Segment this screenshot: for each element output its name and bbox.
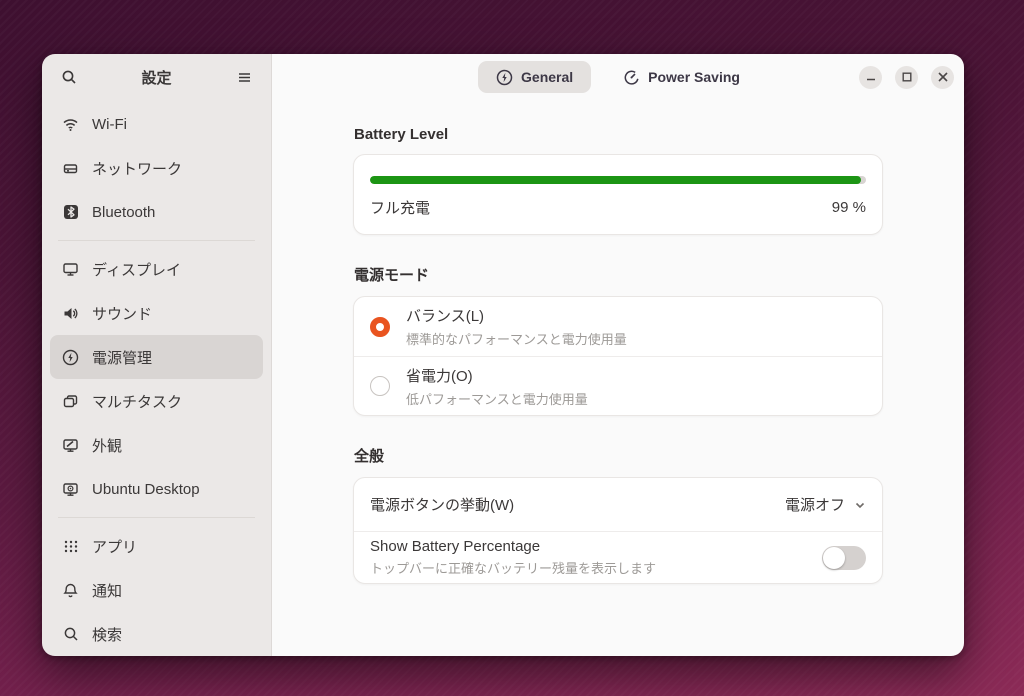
sidebar-header: 設定 — [42, 54, 271, 100]
sidebar-item-appearance[interactable]: 外観 — [50, 423, 263, 467]
view-switcher: General Power Saving — [478, 61, 758, 93]
power-mode-card: バランス(L) 標準的なパフォーマンスと電力使用量 省電力(O) 低パフォーマン… — [353, 296, 883, 416]
general-section: 全般 電源ボタンの挙動(W) 電源オフ Show Battery Percent… — [353, 445, 883, 584]
sidebar-item-network[interactable]: ネットワーク — [50, 146, 263, 190]
section-title: 全般 — [354, 448, 385, 465]
search-button[interactable] — [56, 64, 82, 90]
sidebar-list: Wi-Fi ネットワーク Bluetooth ディスプレイ サウンド 電源管理 … — [42, 100, 271, 656]
sidebar-item-wifi[interactable]: Wi-Fi — [50, 102, 263, 146]
search-icon — [61, 69, 77, 85]
power-button-behavior-dropdown[interactable]: 電源オフ — [785, 494, 866, 515]
headerbar: General Power Saving — [272, 54, 964, 100]
sidebar-item-label: Ubuntu Desktop — [92, 480, 200, 498]
power-button-behavior-row[interactable]: 電源ボタンの挙動(W) 電源オフ — [354, 478, 882, 531]
tab-general[interactable]: General — [478, 61, 592, 93]
power-mode-section: 電源モード バランス(L) 標準的なパフォーマンスと電力使用量 省電力(O) 低… — [353, 264, 883, 416]
chevron-down-icon — [854, 499, 866, 511]
toggle-knob — [823, 546, 845, 569]
main-panel: General Power Saving Battery Level フル充電 … — [272, 54, 964, 656]
battery-percent-value: 99 % — [831, 199, 866, 216]
minimize-icon — [866, 72, 876, 82]
hamburger-menu-icon — [237, 70, 252, 85]
settings-window: 設定 Wi-Fi ネットワーク Bluetooth ディスプレイ サウンド 電源… — [42, 54, 964, 656]
ubuntu-desktop-icon — [62, 481, 79, 498]
maximize-icon — [902, 72, 912, 82]
sidebar-item-label: 通知 — [92, 582, 123, 600]
speaker-icon — [62, 305, 79, 322]
battery-status-row: フル充電 99 % — [370, 197, 866, 218]
sidebar-item-bluetooth[interactable]: Bluetooth — [50, 190, 263, 234]
row-label: Show Battery Percentage — [370, 538, 541, 555]
search-icon — [62, 626, 79, 643]
sidebar-item-power[interactable]: 電源管理 — [50, 335, 263, 379]
appearance-icon — [62, 437, 79, 454]
bluetooth-icon — [62, 204, 79, 221]
row-description: トップバーに正確なバッテリー残量を表示します — [370, 561, 657, 576]
radio-selected[interactable] — [370, 316, 390, 337]
power-mode-option-balanced[interactable]: バランス(L) 標準的なパフォーマンスと電力使用量 — [354, 297, 882, 356]
close-button[interactable] — [931, 65, 954, 89]
power-icon — [62, 349, 79, 366]
tab-label: General — [521, 69, 574, 85]
sidebar-item-label: サウンド — [92, 305, 153, 323]
section-title: Battery Level — [354, 126, 449, 143]
battery-level-section: Battery Level フル充電 99 % — [353, 126, 883, 235]
network-icon — [62, 160, 79, 177]
dropdown-value: 電源オフ — [784, 497, 845, 514]
multitask-icon — [62, 393, 79, 410]
sidebar-item-label: Bluetooth — [92, 203, 156, 221]
wifi-icon — [62, 116, 79, 133]
sidebar-item-ubuntu-desktop[interactable]: Ubuntu Desktop — [50, 467, 263, 511]
option-description: 低パフォーマンスと電力使用量 — [406, 391, 588, 407]
sidebar-item-apps[interactable]: アプリ — [50, 524, 263, 568]
tab-label: Power Saving — [648, 69, 740, 85]
sidebar-item-label: アプリ — [92, 538, 138, 556]
sidebar-item-label: ネットワーク — [92, 160, 183, 178]
battery-card: フル充電 99 % — [353, 154, 883, 235]
option-label: バランス(L) — [406, 308, 485, 325]
section-title: 電源モード — [354, 267, 430, 284]
minimize-button[interactable] — [859, 65, 882, 89]
main-menu-button[interactable] — [231, 64, 257, 90]
window-controls — [859, 54, 954, 100]
battery-bar-fill — [370, 176, 862, 184]
radio-unselected[interactable] — [370, 376, 390, 396]
row-label: 電源ボタンの挙動(W) — [370, 497, 515, 514]
sidebar: 設定 Wi-Fi ネットワーク Bluetooth ディスプレイ サウンド 電源… — [42, 54, 272, 656]
general-card: 電源ボタンの挙動(W) 電源オフ Show Battery Percentage — [353, 477, 883, 584]
option-description: 標準的なパフォーマンスと電力使用量 — [406, 332, 627, 347]
sidebar-item-label: 電源管理 — [92, 349, 153, 367]
battery-status-label: フル充電 — [370, 200, 431, 217]
sidebar-item-label: マルチタスク — [92, 393, 183, 411]
battery-progress-track — [370, 176, 866, 184]
show-battery-percentage-row[interactable]: Show Battery Percentage トップバーに正確なバッテリー残量… — [354, 531, 882, 583]
sidebar-item-label: 外観 — [92, 437, 123, 455]
power-icon — [496, 69, 513, 86]
sidebar-item-search[interactable]: 検索 — [50, 612, 263, 656]
sidebar-item-display[interactable]: ディスプレイ — [50, 247, 263, 291]
apps-grid-icon — [62, 538, 79, 555]
sidebar-divider — [58, 240, 255, 241]
gauge-icon — [623, 69, 640, 86]
power-mode-option-power-saver[interactable]: 省電力(O) 低パフォーマンスと電力使用量 — [354, 356, 882, 415]
power-settings-content: Battery Level フル充電 99 % 電源モード バランス(L) 標準… — [272, 100, 964, 584]
sidebar-item-multitasking[interactable]: マルチタスク — [50, 379, 263, 423]
option-label: 省電力(O) — [406, 367, 473, 385]
sidebar-item-sound[interactable]: サウンド — [50, 291, 263, 335]
tab-power-saving[interactable]: Power Saving — [605, 61, 758, 93]
display-icon — [62, 261, 79, 278]
sidebar-divider — [58, 517, 255, 518]
sidebar-item-label: ディスプレイ — [92, 261, 181, 279]
close-icon — [937, 72, 948, 82]
sidebar-item-label: Wi-Fi — [92, 115, 127, 133]
sidebar-item-label: 検索 — [92, 626, 123, 644]
bell-icon — [62, 582, 79, 599]
battery-percentage-toggle[interactable] — [822, 545, 866, 570]
sidebar-item-notifications[interactable]: 通知 — [50, 568, 263, 612]
maximize-button[interactable] — [895, 65, 918, 89]
